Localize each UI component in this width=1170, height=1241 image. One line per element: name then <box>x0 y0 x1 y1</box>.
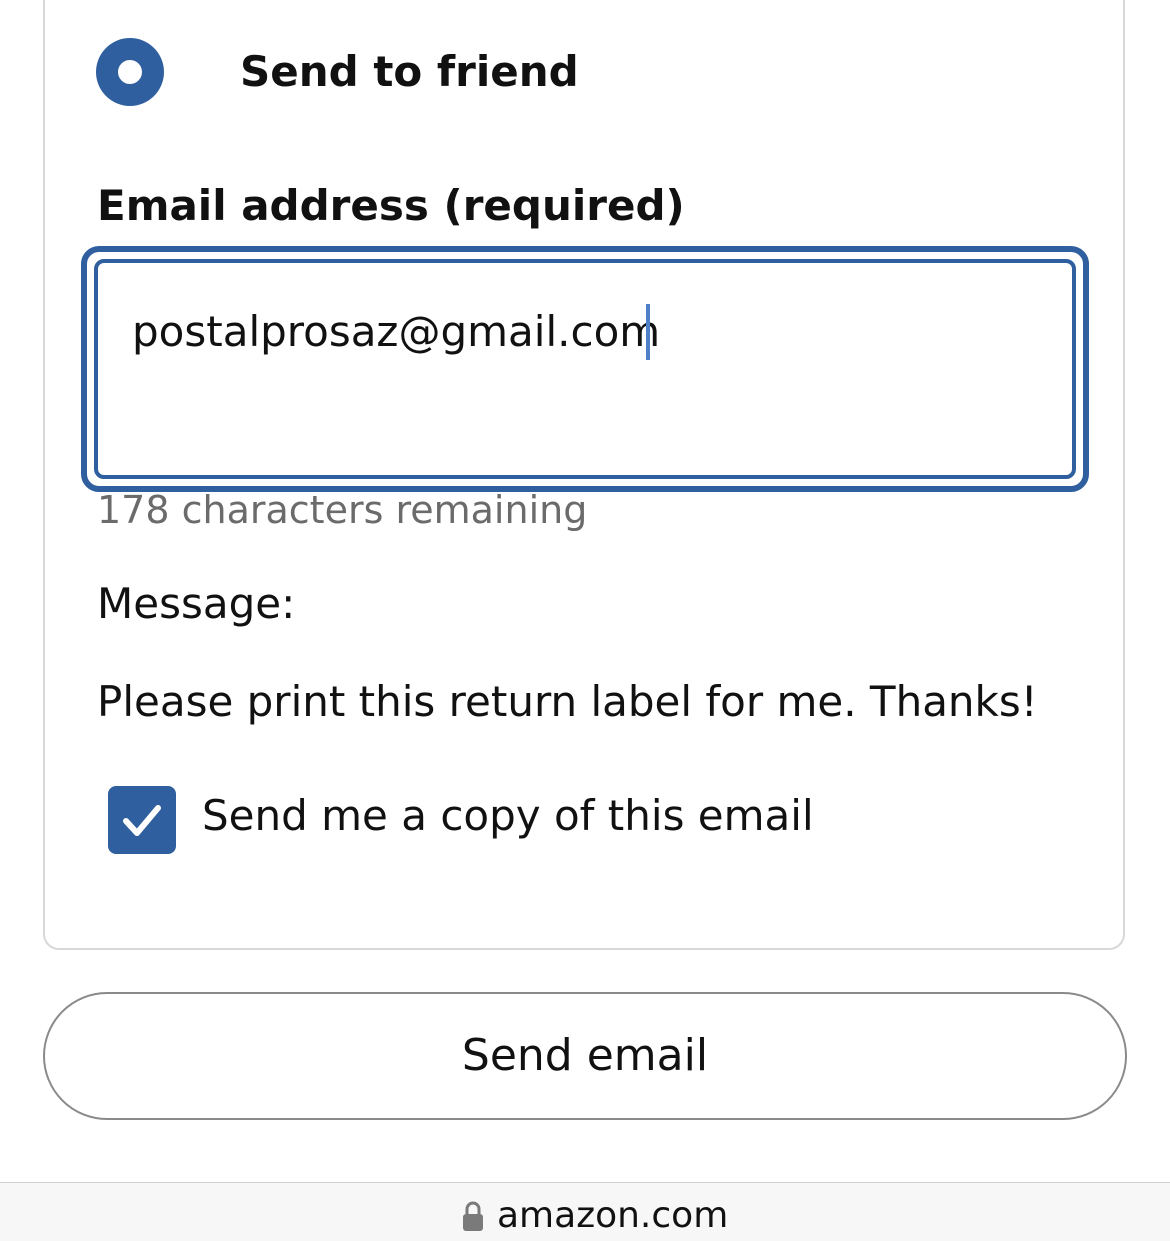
text-caret <box>646 304 650 360</box>
message-text: Please print this return label for me. T… <box>97 677 1038 726</box>
message-label: Message: <box>97 579 296 628</box>
send-copy-label[interactable]: Send me a copy of this email <box>202 788 814 844</box>
characters-remaining: 178 characters remaining <box>97 488 588 532</box>
email-address-label: Email address (required) <box>97 181 685 230</box>
page: Send to friend Email address (required) … <box>0 0 1170 1241</box>
email-field[interactable] <box>94 259 1076 479</box>
send-email-button-label: Send email <box>461 1030 709 1081</box>
checkmark-icon <box>123 805 161 836</box>
send-email-button[interactable]: Send email <box>43 992 1127 1120</box>
radio-selected-dot <box>118 60 142 84</box>
email-field-value[interactable]: postalprosaz@gmail.com <box>132 303 660 361</box>
browser-domain[interactable]: amazon.com <box>497 1194 728 1238</box>
send-copy-checkbox[interactable] <box>108 786 176 854</box>
send-to-friend-label[interactable]: Send to friend <box>240 44 579 100</box>
send-to-friend-radio[interactable] <box>96 38 164 106</box>
lock-icon <box>463 1201 483 1231</box>
